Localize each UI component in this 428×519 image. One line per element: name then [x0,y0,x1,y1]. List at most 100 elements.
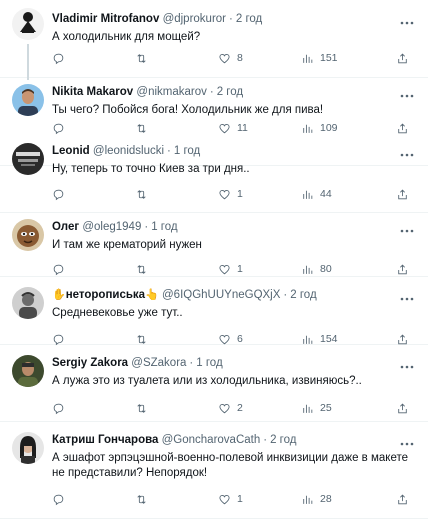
retweet-button[interactable] [135,120,154,136]
like-count: 1 [237,188,243,200]
retweet-button[interactable] [135,50,154,66]
views-chart-icon [301,263,314,276]
heart-icon [218,333,231,346]
reply-button[interactable] [52,120,71,136]
share-button[interactable] [396,400,409,416]
reply-icon [52,402,65,415]
tweet-text: Ты чего? Побойся бога! Холодильник же дл… [52,104,324,116]
author-name[interactable]: Vladimir Mitrofanov [52,13,159,25]
like-button[interactable]: 2 [218,400,243,416]
separator-dot: · [263,434,268,446]
retweet-button[interactable] [135,186,154,202]
share-button[interactable] [396,261,409,277]
tweet-actions: 8 151 [52,50,420,66]
views-count: 25 [320,402,332,414]
author-handle[interactable]: @GoncharovaCath [162,434,261,446]
share-button[interactable] [396,491,409,507]
author-handle[interactable]: @leonidslucki [93,145,164,157]
views-count: 44 [320,188,332,200]
like-count: 1 [237,263,243,275]
timestamp[interactable]: 1 год [174,145,200,157]
share-button[interactable] [396,120,409,136]
author-name[interactable]: Олег [52,221,79,233]
like-button[interactable]: 8 [218,50,243,66]
author-handle[interactable]: @oleg1949 [82,221,141,233]
more-dots-icon[interactable] [400,358,414,372]
views-button[interactable]: 109 [301,120,338,136]
timestamp[interactable]: 2 год [290,289,316,301]
views-chart-icon [301,402,314,415]
views-button[interactable]: 44 [301,186,332,202]
like-button[interactable]: 1 [218,261,243,277]
heart-icon [218,493,231,506]
views-button[interactable]: 25 [301,400,332,416]
retweet-button[interactable] [135,261,154,277]
more-dots-icon[interactable] [400,146,414,160]
retweet-icon [135,188,148,201]
avatar[interactable] [12,84,44,116]
avatar[interactable] [12,8,44,40]
avatar[interactable] [12,432,44,464]
views-chart-icon [301,493,314,506]
more-dots-icon[interactable] [400,435,414,449]
like-button[interactable]: 1 [218,186,243,202]
author-handle[interactable]: @6IQGhUUYneGQXjX [162,289,280,301]
timestamp[interactable]: 2 год [236,13,262,25]
retweet-button[interactable] [135,400,154,416]
timestamp[interactable]: 2 год [217,86,243,98]
retweet-button[interactable] [135,491,154,507]
views-chart-icon [301,52,314,65]
share-icon [396,333,409,346]
tweet-text: А холодильник для мощей? [52,31,201,43]
reply-button[interactable] [52,491,71,507]
like-button[interactable]: 1 [218,491,243,507]
tweet-text: А лужа это из туалета или из холодильник… [52,375,362,387]
author-handle[interactable]: @djprokuror [163,13,226,25]
tweet-actions: 1 80 [52,261,420,277]
reply-button[interactable] [52,261,71,277]
views-chart-icon [301,188,314,201]
avatar[interactable] [12,287,44,319]
heart-icon [218,263,231,276]
author-name[interactable]: неторописька [66,289,145,301]
reply-icon [52,333,65,346]
thread-connector [27,44,29,80]
views-count: 109 [320,122,338,134]
share-button[interactable] [396,50,409,66]
author-name[interactable]: Sergiy Zakora [52,357,128,369]
more-dots-icon[interactable] [400,290,414,304]
tweet-text: И там же крематорий нужен [52,239,202,251]
separator-dot: · [283,289,288,301]
avatar[interactable] [12,143,44,175]
avatar[interactable] [12,355,44,387]
author-handle[interactable]: @SZakora [131,357,186,369]
author-handle[interactable]: @nikmakarov [136,86,206,98]
more-dots-icon[interactable] [400,222,414,236]
avatar[interactable] [12,219,44,251]
author-name[interactable]: Leonid [52,145,90,157]
views-button[interactable]: 28 [301,491,332,507]
tweet-header: Катриш Гончарова @GoncharovaCath · 2 год [52,433,296,447]
reply-button[interactable] [52,186,71,202]
reply-icon [52,493,65,506]
views-chart-icon [301,122,314,135]
timestamp[interactable]: 1 год [196,357,222,369]
like-count: 11 [237,122,248,134]
more-dots-icon[interactable] [400,14,414,28]
separator-dot: · [229,13,233,25]
timestamp[interactable]: 2 год [270,434,296,446]
views-count: 154 [320,333,338,345]
views-button[interactable]: 80 [301,261,332,277]
timestamp[interactable]: 1 год [151,221,177,233]
share-button[interactable] [396,186,409,202]
views-button[interactable]: 151 [301,50,338,66]
like-count: 2 [237,402,243,414]
tweet-actions: 1 44 [52,186,420,202]
reply-button[interactable] [52,400,71,416]
author-name[interactable]: Nikita Makarov [52,86,133,98]
more-dots-icon[interactable] [400,87,414,101]
tweet-actions: 11 109 [52,120,420,136]
reply-button[interactable] [52,50,71,66]
like-button[interactable]: 11 [218,120,248,136]
author-name[interactable]: Катриш Гончарова [52,434,158,446]
